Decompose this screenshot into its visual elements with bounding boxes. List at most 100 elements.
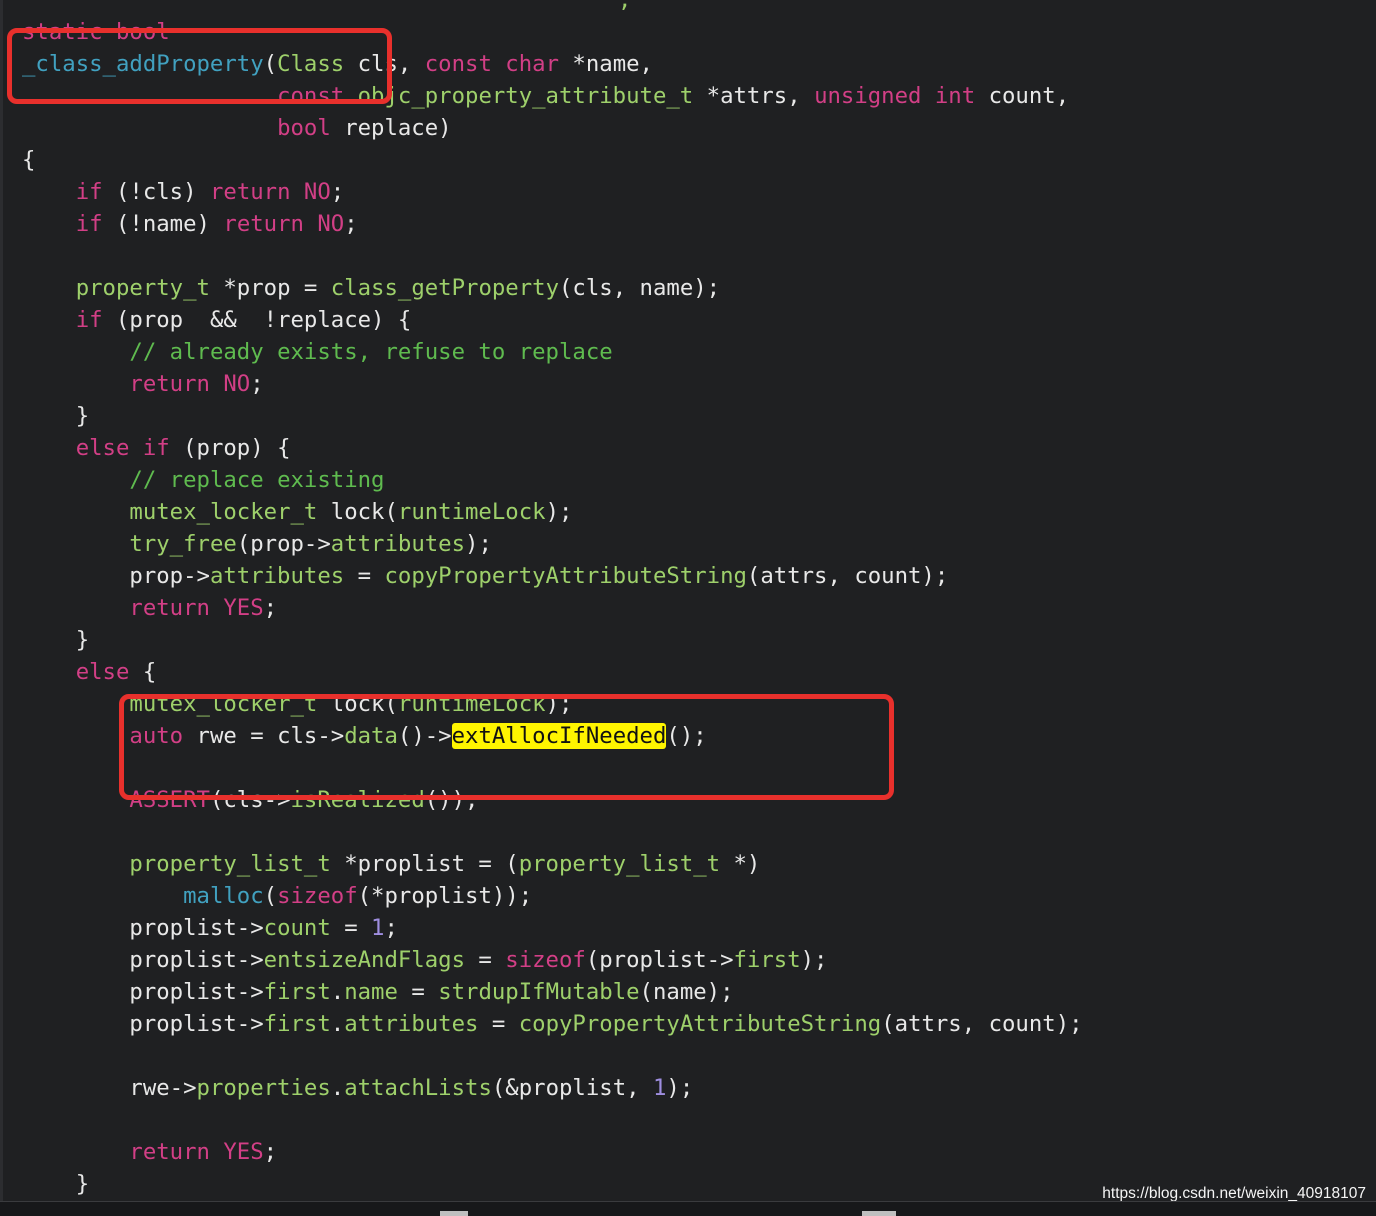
code-token: count, — [975, 83, 1070, 109]
code-token: *name, — [559, 51, 653, 77]
code-line: return NO; — [22, 368, 264, 400]
code-token: prop-> — [22, 563, 210, 589]
code-line: proplist->count = 1; — [22, 912, 398, 944]
code-line: return YES; — [22, 1136, 277, 1168]
code-token: copyPropertyAttributeString — [518, 1011, 882, 1037]
code-token: 1 — [652, 1075, 667, 1101]
editor-gutter — [0, 0, 3, 1216]
code-line: try_free(prop->attributes); — [22, 528, 492, 560]
code-token: *prop = — [209, 275, 331, 301]
code-line: if (!name) return NO; — [22, 208, 358, 240]
code-line: rwe->properties.attachLists(&proplist, 1… — [22, 1072, 693, 1104]
code-token: name — [344, 979, 398, 1005]
code-line: bool replace) — [22, 112, 452, 144]
code-token: (prop-> — [236, 531, 331, 557]
code-token: else if — [75, 435, 170, 461]
code-token: ; — [250, 371, 264, 397]
code-token: . — [330, 979, 345, 1005]
code-token: try_free — [129, 531, 237, 557]
code-token: return YES — [129, 1139, 264, 1165]
code-token: = — [397, 979, 439, 1005]
code-line: if (!cls) return NO; — [22, 176, 345, 208]
code-token: copyPropertyAttributeString — [384, 563, 747, 589]
code-line: mutex_locker_t lock(runtimeLock); — [22, 496, 572, 528]
code-token: // replace existing — [129, 467, 385, 493]
code-token: attributes — [344, 1011, 479, 1037]
code-token: properties — [196, 1075, 331, 1101]
code-token: proplist-> — [22, 947, 264, 973]
code-token: (attrs, count); — [881, 1011, 1083, 1037]
code-token: sizeof — [277, 883, 358, 909]
code-token: replace) — [330, 115, 452, 141]
status-mark — [862, 1211, 896, 1216]
code-token: ; — [330, 179, 345, 205]
code-token: ); — [545, 499, 573, 525]
code-line: } — [22, 1168, 89, 1200]
code-token: } — [22, 403, 90, 429]
code-token: bool — [277, 115, 331, 141]
code-token: const char — [424, 51, 559, 77]
code-token: first — [263, 979, 331, 1005]
code-token: return NO — [129, 371, 251, 397]
code-token: else — [75, 659, 130, 685]
code-token: (&proplist, — [491, 1075, 653, 1101]
code-line: else if (prop) { — [22, 432, 291, 464]
code-line: property_t *prop = class_getProperty(cls… — [22, 272, 720, 304]
code-token: attributes — [209, 563, 345, 589]
code-token: runtimeLock — [397, 499, 546, 525]
code-line: } — [22, 400, 89, 432]
code-token: count — [263, 915, 331, 941]
code-line: else { — [22, 656, 157, 688]
code-token: . — [330, 1075, 345, 1101]
code-token: mutex_locker_t — [129, 499, 318, 525]
code-token: sizeof — [505, 947, 586, 973]
code-token: ( — [263, 883, 278, 909]
code-token: = — [344, 563, 385, 589]
code-token: (name); — [639, 979, 734, 1005]
code-line: // replace existing — [22, 464, 384, 496]
code-token: if — [75, 211, 103, 237]
code-token: // already exists, refuse to replace — [129, 339, 613, 365]
code-token: proplist-> — [22, 979, 264, 1005]
code-token: unsigned int — [814, 83, 976, 109]
code-line: proplist->entsizeAndFlags = sizeof(propl… — [22, 944, 827, 976]
code-token: rwe-> — [22, 1075, 197, 1101]
code-token: (*proplist)); — [357, 883, 533, 909]
code-token: first — [733, 947, 801, 973]
code-token: ; — [263, 1139, 278, 1165]
code-token: property_list_t — [518, 851, 721, 877]
code-token: *proplist = ( — [330, 851, 519, 877]
code-line: property_list_t *proplist = (property_li… — [22, 848, 760, 880]
code-editor[interactable]: ; static bool _class_addProperty(Class cls… — [0, 0, 1376, 1216]
code-token: ); — [666, 1075, 694, 1101]
code-token: ); — [465, 531, 492, 557]
code-token: *attrs, — [693, 83, 815, 109]
code-token: objc_property_attribute_t — [357, 83, 694, 109]
code-token: proplist-> — [22, 1011, 264, 1037]
code-token: ; — [263, 595, 278, 621]
code-token: ); — [800, 947, 828, 973]
code-token: = — [465, 947, 506, 973]
code-line: if (prop && !replace) { — [22, 304, 412, 336]
code-token: class_getProperty — [330, 275, 559, 301]
code-line: prop->attributes = copyPropertyAttribute… — [22, 560, 948, 592]
code-token: malloc — [183, 883, 264, 909]
bottom-status-bar — [0, 1201, 1376, 1216]
annotation-box-function-name — [7, 28, 392, 104]
code-token: ; — [344, 211, 358, 237]
code-token: ; — [384, 915, 398, 941]
